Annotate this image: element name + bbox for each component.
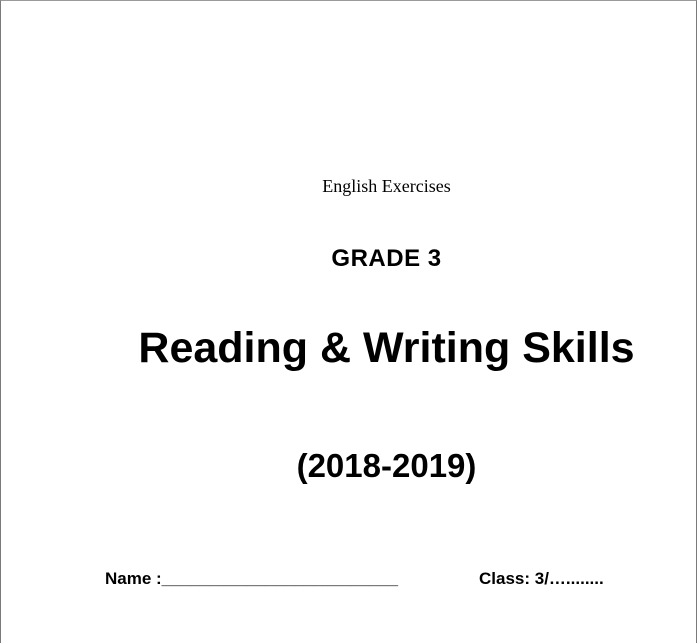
subject-heading: English Exercises [322,176,451,196]
document-page: English Exercises GRADE 3 Reading & Writ… [0,0,697,643]
school-year: (2018-2019) [296,447,477,484]
grade-heading: GRADE 3 [331,245,442,272]
name-field: Name :_________________________ [105,569,399,588]
class-field: Class: 3/…........ [479,569,604,588]
document-title: Reading & Writing Skills [138,324,635,372]
